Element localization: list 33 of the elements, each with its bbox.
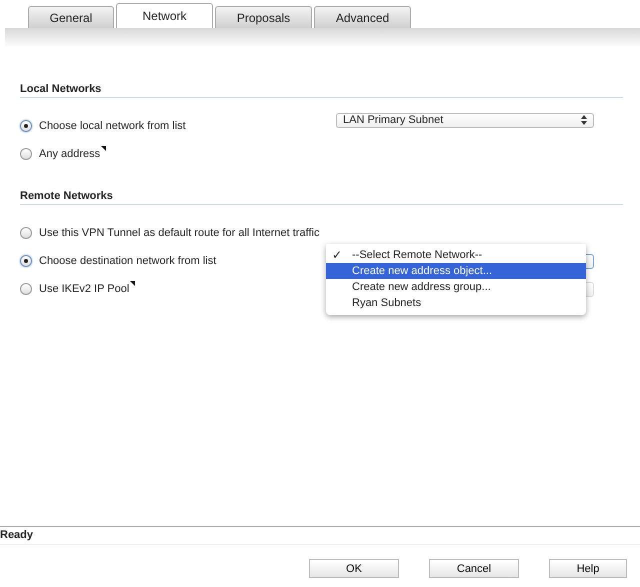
section-heading: Remote Networks bbox=[20, 190, 623, 205]
menu-item-label: --Select Remote Network-- bbox=[352, 249, 482, 261]
radio-button[interactable] bbox=[20, 283, 32, 295]
menu-item[interactable]: Create new address group... bbox=[326, 279, 586, 295]
radio-button[interactable] bbox=[20, 148, 32, 160]
tab[interactable]: Network bbox=[116, 3, 213, 28]
tab[interactable]: Advanced bbox=[314, 6, 411, 28]
select-field[interactable]: LAN Primary Subnet bbox=[336, 112, 594, 128]
dialog-button[interactable]: Cancel bbox=[429, 559, 519, 578]
option-label: Use IKEv2 IP Pool bbox=[39, 283, 130, 295]
option-label: Any address bbox=[39, 148, 100, 160]
dialog-button[interactable]: Help bbox=[549, 559, 627, 578]
section-heading: Local Networks bbox=[20, 83, 623, 98]
menu-item[interactable]: Create new address object... bbox=[326, 263, 586, 279]
menu-item[interactable]: Ryan Subnets bbox=[326, 295, 586, 311]
check-mark: ✓ bbox=[332, 248, 342, 262]
tab[interactable]: General bbox=[28, 6, 114, 28]
radio-button[interactable] bbox=[20, 227, 32, 239]
menu-item-label: Create new address group... bbox=[352, 281, 491, 293]
tooltip-corner-icon bbox=[101, 146, 106, 151]
tab[interactable]: Proposals bbox=[215, 6, 312, 28]
dialog-button[interactable]: OK bbox=[309, 559, 399, 578]
menu-item-label: Create new address object... bbox=[352, 265, 492, 277]
radio-button[interactable] bbox=[20, 120, 32, 132]
option-label: Choose destination network from list bbox=[39, 255, 216, 267]
option-label: Use this VPN Tunnel as default route for all Internet traffic bbox=[39, 227, 320, 239]
menu-item[interactable]: ✓ --Select Remote Network-- bbox=[326, 247, 586, 263]
menu-item-label: Ryan Subnets bbox=[352, 297, 422, 309]
updown-arrow-icon bbox=[581, 115, 587, 125]
option-label: Choose local network from list bbox=[39, 120, 186, 132]
radio-button[interactable] bbox=[20, 255, 32, 267]
tooltip-corner-icon bbox=[130, 281, 136, 286]
status-text: Ready bbox=[0, 526, 640, 545]
